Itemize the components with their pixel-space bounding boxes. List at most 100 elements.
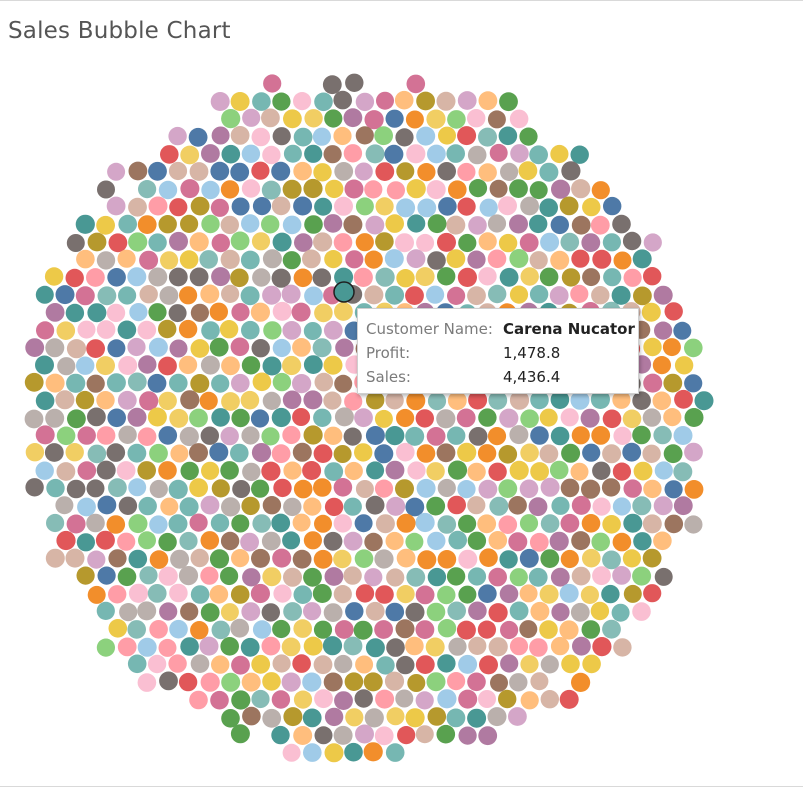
bubble[interactable] bbox=[323, 214, 343, 233]
bubble[interactable] bbox=[211, 374, 230, 393]
bubble[interactable] bbox=[478, 232, 497, 251]
bubble[interactable] bbox=[354, 162, 373, 181]
bubble[interactable] bbox=[551, 179, 571, 199]
bubble[interactable] bbox=[406, 249, 426, 269]
bubble[interactable] bbox=[427, 392, 447, 411]
bubble[interactable] bbox=[231, 690, 251, 710]
bubble[interactable] bbox=[241, 602, 261, 621]
bubble[interactable] bbox=[158, 391, 177, 411]
bubble[interactable] bbox=[623, 479, 642, 498]
bubble[interactable] bbox=[106, 196, 126, 216]
bubble[interactable] bbox=[25, 478, 44, 497]
bubble[interactable] bbox=[654, 321, 673, 340]
bubble[interactable] bbox=[560, 513, 580, 533]
bubble[interactable] bbox=[211, 479, 230, 498]
bubble[interactable] bbox=[458, 549, 478, 569]
bubble[interactable] bbox=[364, 180, 383, 199]
bubble[interactable] bbox=[518, 161, 538, 181]
bubble[interactable] bbox=[138, 355, 157, 374]
bubble[interactable] bbox=[478, 91, 498, 111]
bubble[interactable] bbox=[457, 480, 476, 499]
bubble[interactable] bbox=[396, 408, 415, 428]
bubble[interactable] bbox=[385, 602, 405, 622]
bubble[interactable] bbox=[117, 532, 136, 551]
bubble[interactable] bbox=[364, 708, 384, 728]
bubble[interactable] bbox=[364, 568, 383, 587]
bubble[interactable] bbox=[87, 303, 107, 323]
bubble[interactable] bbox=[385, 531, 404, 551]
bubble[interactable] bbox=[643, 584, 662, 603]
bubble[interactable] bbox=[303, 497, 322, 516]
bubble[interactable] bbox=[581, 233, 601, 253]
bubble[interactable] bbox=[415, 267, 435, 287]
bubble[interactable] bbox=[540, 232, 560, 252]
bubble[interactable] bbox=[499, 267, 519, 287]
bubble[interactable] bbox=[363, 742, 383, 762]
bubble[interactable] bbox=[209, 337, 229, 357]
bubble[interactable] bbox=[97, 286, 117, 306]
bubble[interactable] bbox=[262, 391, 281, 410]
bubble[interactable] bbox=[251, 232, 271, 251]
bubble[interactable] bbox=[385, 285, 405, 305]
bubble[interactable] bbox=[355, 584, 375, 603]
bubble[interactable] bbox=[293, 92, 312, 111]
bubble[interactable] bbox=[478, 127, 497, 147]
bubble[interactable] bbox=[96, 601, 115, 621]
bubble[interactable] bbox=[405, 110, 424, 129]
bubble[interactable] bbox=[520, 655, 539, 674]
bubble[interactable] bbox=[291, 302, 311, 322]
bubble[interactable] bbox=[251, 161, 270, 180]
bubble[interactable] bbox=[375, 232, 394, 251]
bubble[interactable] bbox=[396, 548, 416, 568]
bubble[interactable] bbox=[323, 672, 343, 692]
bubble[interactable] bbox=[561, 268, 581, 287]
bubble[interactable] bbox=[139, 566, 158, 585]
bubble[interactable] bbox=[457, 91, 477, 110]
bubble[interactable] bbox=[519, 620, 538, 639]
bubble[interactable] bbox=[106, 373, 126, 393]
bubble[interactable] bbox=[467, 250, 486, 269]
bubble[interactable] bbox=[488, 567, 508, 587]
bubble[interactable] bbox=[344, 461, 363, 481]
bubble[interactable] bbox=[189, 267, 209, 287]
bubble[interactable] bbox=[314, 726, 333, 745]
bubble[interactable] bbox=[416, 478, 436, 498]
bubble[interactable] bbox=[220, 531, 240, 551]
bubble[interactable] bbox=[272, 338, 291, 358]
bubble[interactable] bbox=[633, 532, 652, 551]
bubble[interactable] bbox=[344, 672, 364, 691]
bubble[interactable] bbox=[487, 427, 507, 446]
bubble[interactable] bbox=[312, 584, 332, 603]
bubble[interactable] bbox=[292, 654, 311, 673]
bubble[interactable] bbox=[303, 636, 323, 656]
bubble[interactable] bbox=[46, 478, 65, 498]
bubble[interactable] bbox=[147, 407, 167, 427]
bubble[interactable] bbox=[633, 286, 652, 306]
bubble[interactable] bbox=[293, 619, 313, 638]
bubble[interactable] bbox=[437, 654, 456, 673]
bubble[interactable] bbox=[529, 214, 548, 234]
bubble[interactable] bbox=[519, 514, 539, 533]
bubble[interactable] bbox=[283, 144, 302, 163]
bubble[interactable] bbox=[365, 495, 385, 515]
bubble[interactable] bbox=[684, 480, 704, 499]
bubble[interactable] bbox=[446, 215, 466, 235]
bubble[interactable] bbox=[241, 496, 260, 516]
bubble[interactable] bbox=[509, 673, 528, 692]
bubble[interactable] bbox=[520, 691, 539, 710]
bubble[interactable] bbox=[199, 391, 218, 410]
bubble[interactable] bbox=[178, 355, 198, 375]
bubble[interactable] bbox=[168, 479, 188, 499]
bubble[interactable] bbox=[396, 162, 415, 181]
bubble[interactable] bbox=[251, 654, 271, 674]
bubble[interactable] bbox=[561, 654, 580, 674]
bubble[interactable] bbox=[447, 110, 466, 129]
bubble[interactable] bbox=[282, 321, 302, 340]
bubble[interactable] bbox=[623, 268, 642, 287]
bubble[interactable] bbox=[405, 532, 424, 551]
bubble[interactable] bbox=[426, 285, 445, 304]
bubble[interactable] bbox=[210, 161, 230, 181]
bubble[interactable] bbox=[559, 689, 579, 709]
bubble[interactable] bbox=[529, 145, 548, 165]
bubble[interactable] bbox=[209, 549, 230, 569]
